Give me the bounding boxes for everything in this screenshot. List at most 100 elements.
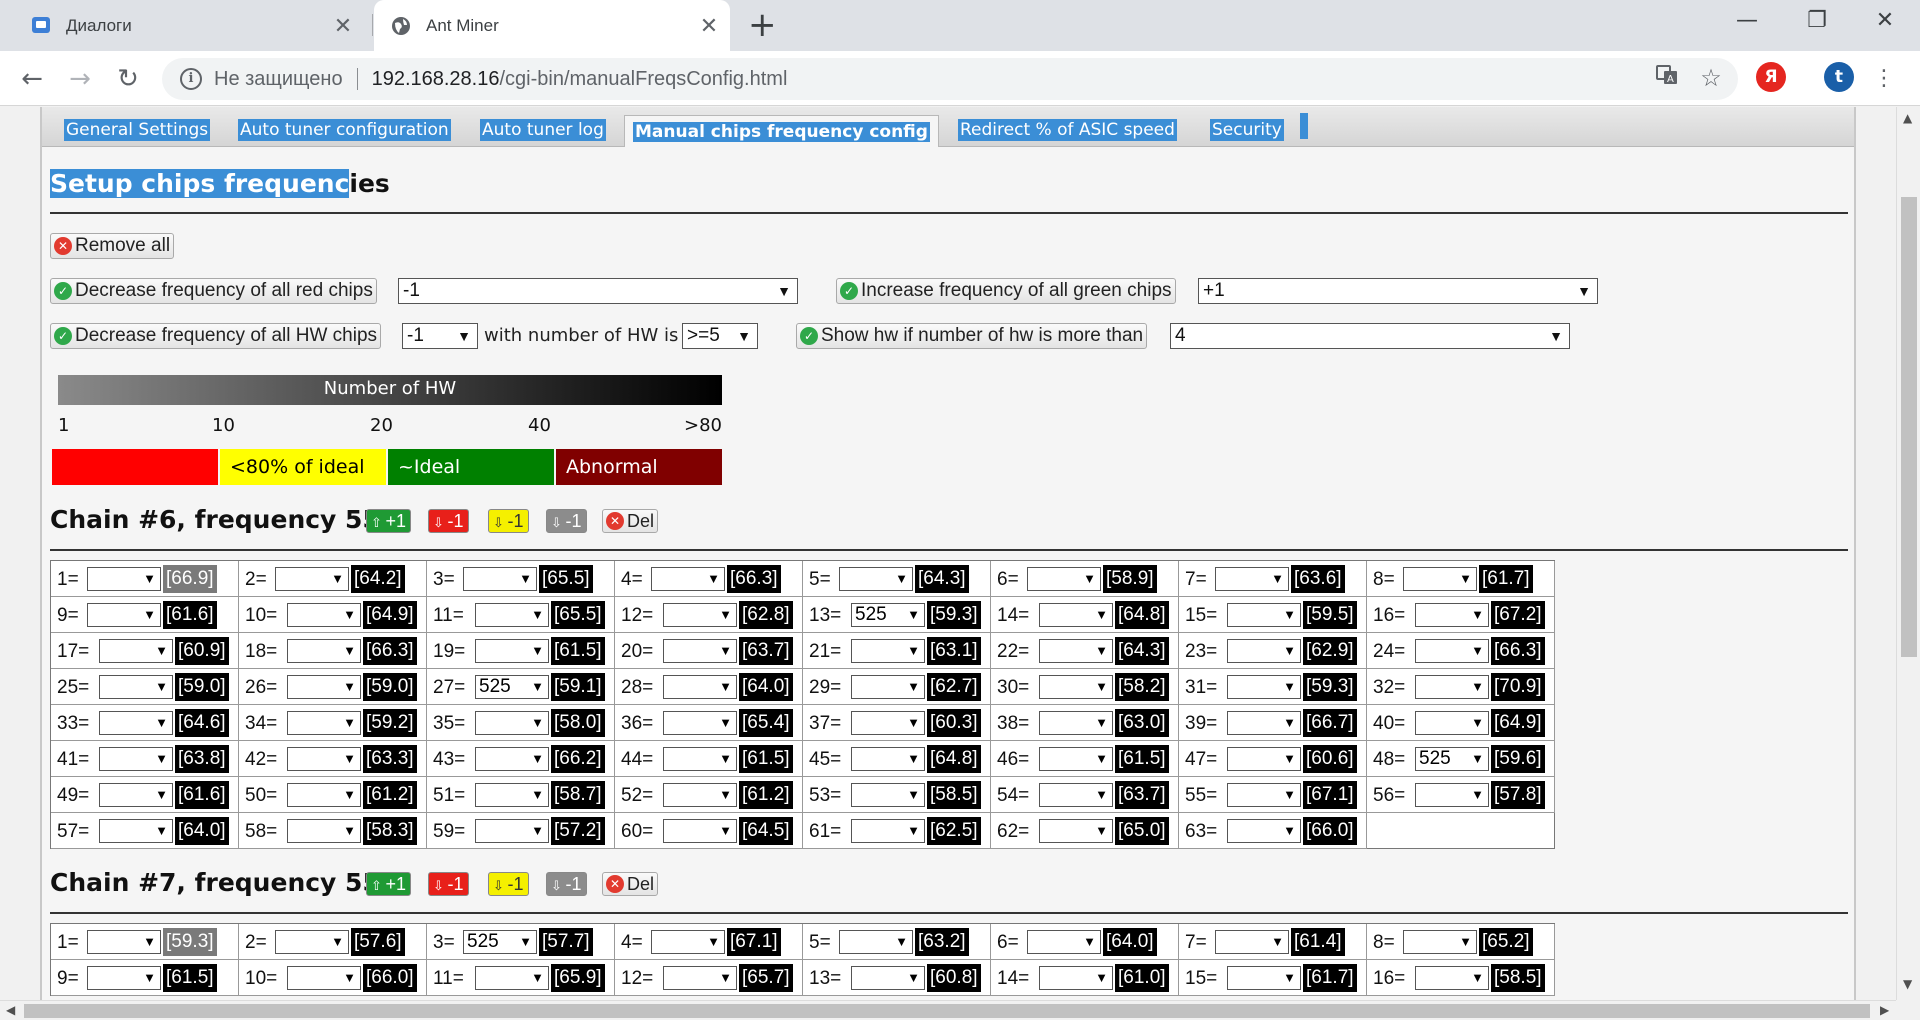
decrease-hw-select[interactable]: -1 ▼	[402, 323, 478, 349]
chip-frequency-select[interactable]: ▼	[1415, 639, 1489, 663]
yandex-extension-icon[interactable]: Я	[1756, 62, 1786, 92]
chip-frequency-select[interactable]: ▼	[87, 930, 161, 954]
chip-frequency-select[interactable]: ▼	[851, 783, 925, 807]
chip-frequency-select[interactable]: ▼	[1227, 711, 1301, 735]
chip-frequency-select[interactable]: ▼	[1027, 930, 1101, 954]
chip-frequency-select[interactable]: ▼	[87, 966, 161, 990]
bookmark-star-icon[interactable]: ☆	[1694, 62, 1728, 96]
chain-dec-gray-button[interactable]: ⇩ -1	[546, 509, 587, 533]
chip-frequency-select[interactable]: ▼	[663, 966, 737, 990]
menu-dots-icon[interactable]: ⋮	[1864, 59, 1904, 99]
tab-security[interactable]: Security	[1210, 119, 1284, 141]
chain-inc-green-button[interactable]: ⇧ +1	[366, 872, 412, 896]
chip-frequency-select[interactable]: ▼	[1415, 675, 1489, 699]
chip-frequency-select[interactable]: ▼	[1227, 639, 1301, 663]
scroll-left-icon[interactable]: ◀	[6, 1003, 15, 1017]
tab-manual-chips-frequency-config[interactable]: Manual chips frequency config	[624, 115, 939, 147]
chip-frequency-select[interactable]: ▼	[1039, 783, 1113, 807]
chip-frequency-select[interactable]: ▼	[1039, 747, 1113, 771]
chip-frequency-select[interactable]: ▼	[851, 639, 925, 663]
profile-avatar[interactable]: t	[1824, 62, 1854, 92]
increase-green-chips-button[interactable]: ✓ Increase frequency of all green chips	[836, 278, 1176, 304]
chip-frequency-select[interactable]: ▼	[663, 711, 737, 735]
chip-frequency-select[interactable]: ▼	[651, 930, 725, 954]
chip-frequency-select[interactable]: ▼	[1415, 603, 1489, 627]
chip-frequency-select[interactable]: ▼	[1227, 966, 1301, 990]
scroll-up-icon[interactable]: ▲	[1903, 111, 1912, 125]
chip-frequency-select[interactable]: ▼	[287, 711, 361, 735]
chip-frequency-select[interactable]: ▼	[287, 603, 361, 627]
chip-frequency-select[interactable]: ▼	[663, 603, 737, 627]
chip-frequency-select[interactable]: ▼	[1415, 966, 1489, 990]
chip-frequency-select[interactable]: ▼	[287, 675, 361, 699]
chip-frequency-select[interactable]: ▼	[475, 819, 549, 843]
chip-frequency-select[interactable]: ▼	[1415, 783, 1489, 807]
chip-frequency-select[interactable]: ▼	[663, 675, 737, 699]
chip-frequency-select[interactable]: ▼	[663, 747, 737, 771]
chip-frequency-select[interactable]: ▼	[287, 819, 361, 843]
tab-redirect-asic-speed[interactable]: Redirect % of ASIC speed	[958, 119, 1177, 141]
horizontal-scrollbar[interactable]: ◀ ▶	[0, 1000, 1896, 1020]
back-icon[interactable]: ←	[12, 59, 52, 99]
chip-frequency-select[interactable]: ▼	[475, 747, 549, 771]
chip-frequency-select[interactable]: ▼	[275, 567, 349, 591]
restore-icon[interactable]: ❐	[1790, 4, 1844, 38]
chip-frequency-select[interactable]: ▼	[99, 675, 173, 699]
chip-frequency-select[interactable]: ▼	[851, 711, 925, 735]
chip-frequency-select[interactable]: ▼	[1039, 711, 1113, 735]
chip-frequency-select[interactable]: ▼	[1039, 639, 1113, 663]
chip-frequency-select[interactable]: ▼	[851, 675, 925, 699]
minimize-icon[interactable]: —	[1720, 4, 1774, 38]
chip-frequency-select[interactable]: ▼	[663, 819, 737, 843]
chain-dec-gray-button[interactable]: ⇩ -1	[546, 872, 587, 896]
chip-frequency-select[interactable]: ▼	[851, 747, 925, 771]
translate-icon[interactable]: A	[1650, 62, 1684, 96]
chip-frequency-select[interactable]: ▼	[475, 783, 549, 807]
chip-frequency-select[interactable]: ▼	[1027, 567, 1101, 591]
chip-frequency-select[interactable]: ▼	[1039, 966, 1113, 990]
chain-dec-yellow-button[interactable]: ⇩ -1	[488, 509, 529, 533]
chip-frequency-select[interactable]: ▼	[839, 567, 913, 591]
decrease-red-chips-button[interactable]: ✓ Decrease frequency of all red chips	[50, 278, 377, 304]
chip-frequency-select[interactable]: ▼	[475, 711, 549, 735]
scroll-right-icon[interactable]: ▶	[1880, 1003, 1889, 1017]
chip-frequency-select[interactable]: ▼	[287, 639, 361, 663]
browser-tab-antminer[interactable]: Ant Miner ✕	[374, 0, 730, 51]
chip-frequency-select[interactable]: ▼	[99, 783, 173, 807]
chain-delete-button[interactable]: ✕ Del	[602, 509, 659, 533]
chip-frequency-select[interactable]: ▼	[1227, 603, 1301, 627]
chip-frequency-select[interactable]: ▼	[1403, 567, 1477, 591]
remove-all-button[interactable]: ✕ Remove all	[50, 233, 175, 259]
chip-frequency-select[interactable]: ▼	[663, 783, 737, 807]
info-icon[interactable]: i	[180, 68, 202, 90]
chip-frequency-select[interactable]: ▼	[87, 567, 161, 591]
chip-frequency-select[interactable]: ▼	[99, 711, 173, 735]
chip-frequency-select[interactable]: ▼	[1227, 819, 1301, 843]
chip-frequency-select[interactable]: ▼	[851, 966, 925, 990]
chip-frequency-select[interactable]: ▼	[1039, 603, 1113, 627]
chip-frequency-select[interactable]: ▼	[1039, 675, 1113, 699]
hw-threshold-select[interactable]: >=5 ▼	[682, 323, 758, 349]
chip-frequency-select[interactable]: ▼	[475, 639, 549, 663]
chip-frequency-select[interactable]: 525 ▼	[475, 675, 549, 699]
chip-frequency-select[interactable]: ▼	[1227, 747, 1301, 771]
decrease-red-select[interactable]: -1 ▼	[398, 278, 798, 304]
scroll-down-icon[interactable]: ▼	[1903, 977, 1912, 991]
chip-frequency-select[interactable]: ▼	[1227, 675, 1301, 699]
show-hw-select[interactable]: 4 ▼	[1170, 323, 1570, 349]
chip-frequency-select[interactable]: 525 ▼	[851, 603, 925, 627]
chip-frequency-select[interactable]: ▼	[275, 930, 349, 954]
chip-frequency-select[interactable]: ▼	[287, 783, 361, 807]
chip-frequency-select[interactable]: ▼	[839, 930, 913, 954]
browser-tab-dialogs[interactable]: Диалоги ✕	[14, 0, 364, 51]
chip-frequency-select[interactable]: ▼	[1227, 783, 1301, 807]
scroll-thumb[interactable]	[1901, 197, 1917, 657]
chain-dec-red-button[interactable]: ⇩ -1	[428, 872, 469, 896]
tab-auto-tuner-configuration[interactable]: Auto tuner configuration	[238, 119, 451, 141]
reload-icon[interactable]: ↻	[108, 59, 148, 99]
chip-frequency-select[interactable]: ▼	[1039, 819, 1113, 843]
increase-green-select[interactable]: +1 ▼	[1198, 278, 1598, 304]
chain-dec-red-button[interactable]: ⇩ -1	[428, 509, 469, 533]
decrease-hw-chips-button[interactable]: ✓ Decrease frequency of all HW chips	[50, 323, 382, 349]
chain-delete-button[interactable]: ✕ Del	[602, 872, 659, 896]
